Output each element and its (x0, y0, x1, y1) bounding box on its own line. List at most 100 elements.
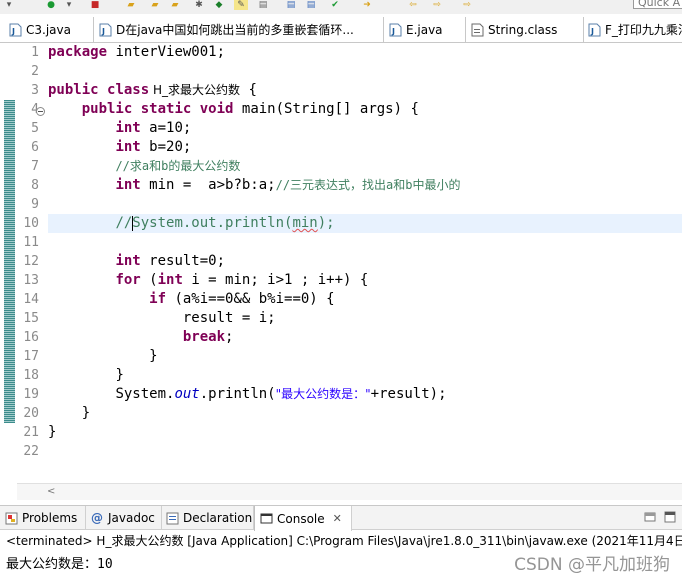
line-number-ruler: 1 2 3 4 5 6 7 8 9 10 11 12 13 14 15 16 1… (15, 43, 39, 461)
code-line: package interView001; (48, 43, 682, 62)
folder-icon[interactable]: ▰ (124, 0, 138, 10)
next-icon[interactable]: ⇨ (430, 0, 444, 10)
tab-f-multiplication[interactable]: J F_打印九九乘法 (584, 17, 682, 42)
code-text: } (48, 424, 57, 440)
svg-text:J: J (11, 27, 15, 36)
code-line: for (int i = min; i>1 ; i++) { (48, 271, 682, 290)
code-line: } (48, 366, 682, 385)
step-icon[interactable]: ◆ (212, 0, 226, 10)
run-menu-icon[interactable]: ▾ (62, 0, 76, 10)
tab-label: Declaration (183, 511, 253, 525)
line-number: 5 (31, 121, 39, 136)
code-line: if (a%i==0&& b%i==0) { (48, 290, 682, 309)
java-file-icon: J (98, 23, 112, 37)
code-line: int b=20; (48, 138, 682, 157)
keyword: void (199, 101, 234, 117)
fold-collapse-icon[interactable] (36, 107, 45, 116)
line-number: 11 (23, 235, 39, 250)
tab-label: E.java (406, 22, 443, 37)
tab-console[interactable]: Console ✕ (254, 506, 352, 531)
history-icon[interactable]: ⇨ (460, 0, 474, 10)
code-text: } (81, 405, 91, 421)
tab-problems[interactable]: Problems (0, 506, 86, 530)
folder-open-icon[interactable]: ▰ (148, 0, 162, 10)
line-number: 1 (31, 45, 39, 60)
declaration-icon (166, 511, 179, 525)
minimize-icon[interactable] (644, 511, 656, 523)
doc-icon[interactable]: ▤ (256, 0, 270, 10)
code-editor[interactable]: 1 2 3 4 5 6 7 8 9 10 11 12 13 14 15 16 1… (0, 43, 682, 500)
tab-string-class[interactable]: String.class (466, 17, 584, 42)
highlight-icon[interactable]: ✎ (234, 0, 248, 10)
code-line: } (48, 347, 682, 366)
code-text: b=20; (140, 139, 192, 155)
maximize-icon[interactable] (664, 511, 676, 523)
java-file-icon: J (588, 23, 601, 37)
arrow-down-icon[interactable]: ▾ (2, 0, 16, 10)
line-number: 15 (23, 311, 39, 326)
keyword: package (48, 44, 108, 60)
code-text: result=0; (140, 253, 226, 269)
keyword: static (140, 101, 192, 117)
code-line: public class H_求最大公约数 { (48, 82, 257, 98)
horizontal-scrollbar[interactable]: < (17, 483, 682, 500)
run-icon[interactable]: ● (44, 0, 58, 10)
line-number: 22 (23, 444, 39, 459)
debug-icon[interactable]: ✱ (192, 0, 206, 10)
tab-label: F_打印九九乘法 (605, 23, 682, 37)
code-line: public static void main(String[] args) { (48, 100, 682, 119)
line-number: 18 (23, 368, 39, 383)
package-icon[interactable]: ▰ (168, 0, 182, 10)
watermark: CSDN @平凡加班狗 (514, 555, 670, 575)
tab-e-java[interactable]: J E.java (384, 17, 466, 42)
editor-tab-bar: J C3.java J D在java中国如何跳出当前的多重嵌套循环... J E… (0, 14, 682, 43)
line-number: 3 (31, 83, 39, 98)
svg-text:J: J (590, 27, 594, 36)
doc2-icon[interactable]: ▤ (284, 0, 298, 10)
line-number: 8 (31, 178, 39, 193)
tab-label: Problems (22, 511, 78, 525)
code-line: int result=0; (48, 252, 682, 271)
line-number: 7 (31, 159, 39, 174)
tab-c3-java[interactable]: J C3.java (4, 17, 94, 42)
code-line: break; (182, 329, 234, 345)
stop-icon[interactable]: ■ (88, 0, 102, 10)
line-number: 6 (31, 140, 39, 155)
code-text: .println( (199, 386, 276, 402)
tab-label: C3.java (26, 22, 71, 37)
code-line: System.out.println("最大公约数是："+result); (48, 385, 682, 404)
code-text: System. (115, 386, 175, 402)
check-icon[interactable]: ✔ (328, 0, 342, 10)
keyword: for (115, 272, 141, 288)
comment: //三元表达式，找出a和b中最小的 (275, 178, 461, 192)
keyword: public (81, 101, 133, 117)
tab-javadoc[interactable]: @ Javadoc (86, 506, 162, 530)
tab-declaration[interactable]: Declaration (162, 506, 254, 530)
keyword: public (48, 82, 99, 98)
line-number: 19 (23, 387, 39, 402)
comment-spelling-mark: min (292, 215, 318, 231)
close-icon[interactable]: ✕ (333, 512, 342, 525)
svg-text:J: J (391, 27, 395, 36)
code-text: } (149, 348, 158, 364)
keyword: int (115, 139, 141, 155)
static-field: out (174, 386, 200, 402)
code-line: result = i; (48, 309, 682, 328)
code-line: int min = a>b?b:a;//三元表达式，找出a和b中最小的 (48, 176, 682, 195)
at-icon: @ (91, 511, 103, 525)
quick-access-field[interactable]: Quick A (633, 0, 682, 9)
line-number: 10 (23, 216, 39, 231)
console-output: 最大公约数是：10 (6, 557, 113, 572)
code-lines: package interView001; public class H_求最大… (48, 43, 682, 461)
view-tab-bar: Problems @ Javadoc Declaration Console ✕ (0, 506, 682, 531)
back-icon[interactable]: ⇦ (406, 0, 420, 10)
string-literal: "最大公约数是：" (275, 387, 371, 401)
forward-icon[interactable]: ➜ (360, 0, 374, 10)
current-code-line: //System.out.println(min); (48, 214, 682, 233)
doc3-icon[interactable]: ▤ (304, 0, 318, 10)
keyword: break (182, 329, 226, 345)
scroll-left-icon[interactable]: < (47, 486, 55, 497)
tab-d-loop-java[interactable]: J D在java中国如何跳出当前的多重嵌套循环... (94, 17, 384, 42)
